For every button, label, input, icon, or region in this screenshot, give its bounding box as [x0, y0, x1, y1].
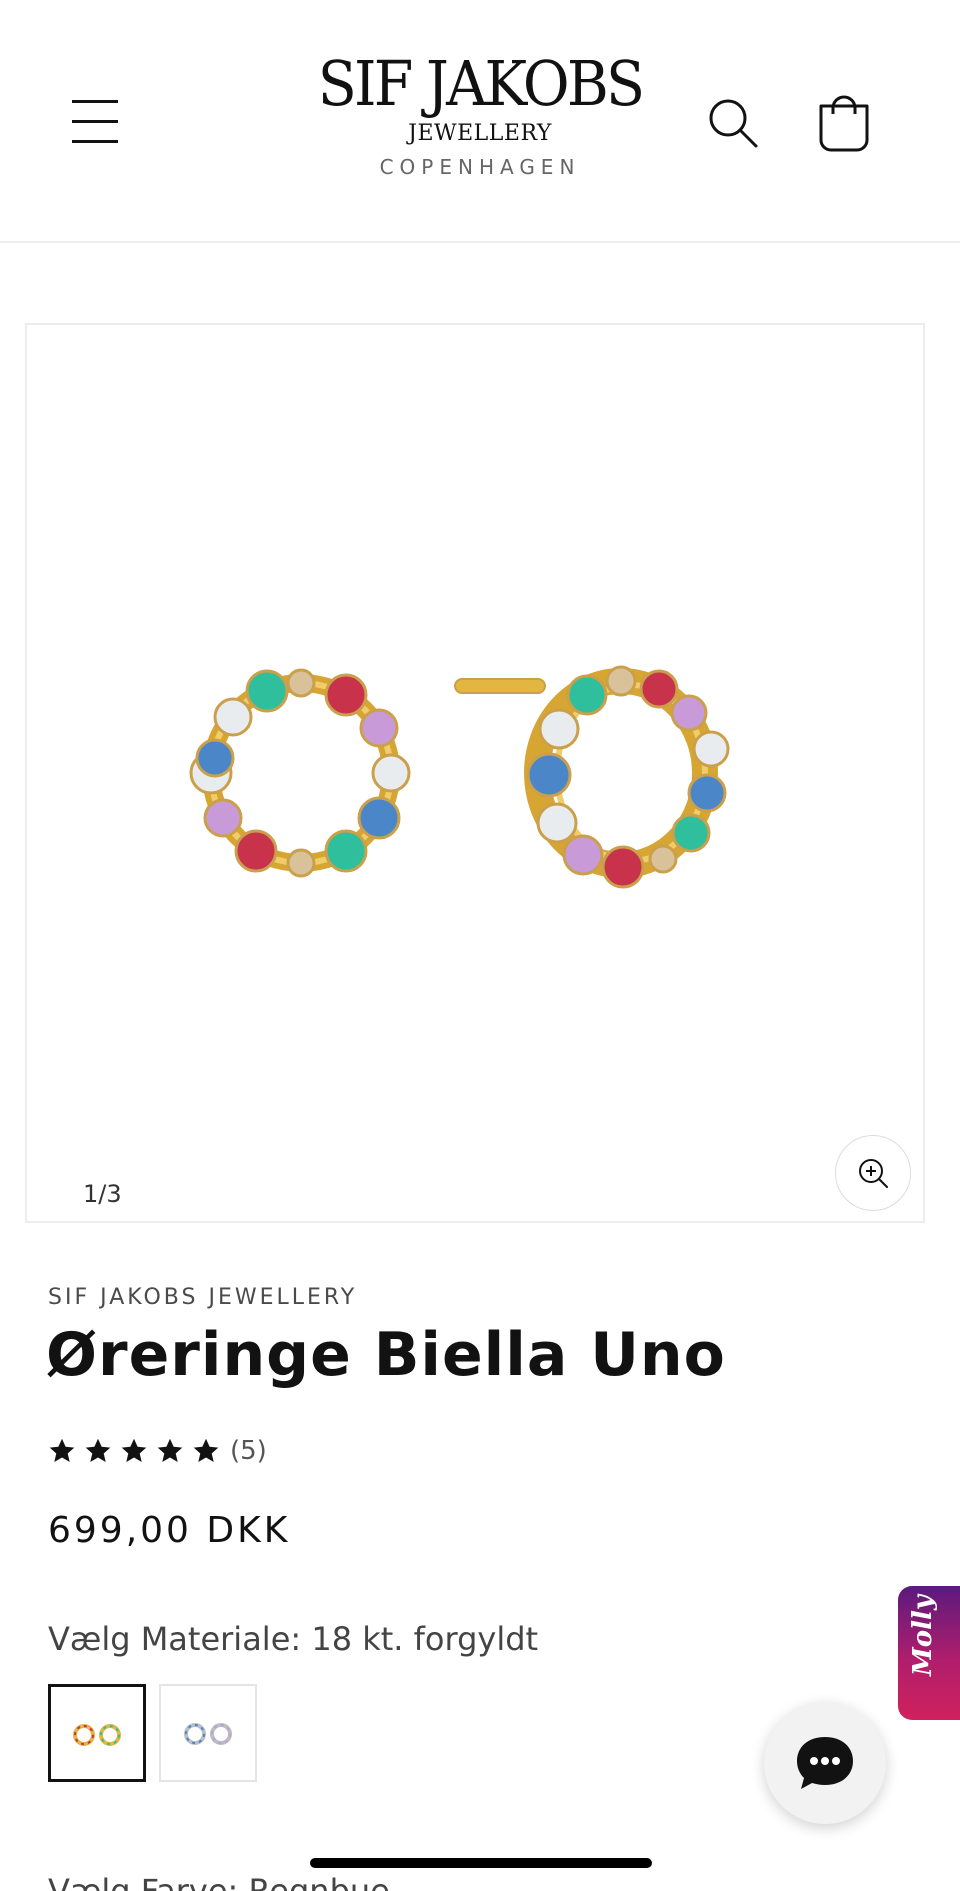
menu-line — [72, 100, 118, 103]
hamburger-menu-icon[interactable] — [64, 94, 128, 148]
earring-thumbnail — [184, 1723, 232, 1745]
star-icon — [85, 1438, 111, 1462]
star-icon — [193, 1438, 219, 1462]
chat-bubble-icon — [797, 1737, 853, 1789]
home-indicator — [310, 1858, 652, 1868]
product-image — [189, 665, 730, 889]
star-icon — [157, 1438, 183, 1462]
site-header: SIF JAKOBS JEWELLERY COPENHAGEN — [0, 0, 960, 243]
product-rating[interactable]: (5) — [48, 1436, 267, 1466]
material-swatch-gold[interactable] — [48, 1684, 146, 1782]
product-price: 699,00 DKK — [48, 1510, 291, 1551]
review-count: (5) — [230, 1436, 267, 1466]
molly-widget-tab[interactable]: Molly — [898, 1586, 960, 1720]
menu-line — [72, 140, 118, 143]
menu-line — [72, 120, 118, 123]
color-label: Vælg Farve: Regnbue — [48, 1872, 390, 1891]
star-icon — [49, 1438, 75, 1462]
star-icon — [121, 1438, 147, 1462]
material-swatch-silver[interactable] — [159, 1684, 257, 1782]
earring-thumbnail — [73, 1724, 121, 1746]
logo-city-text: COPENHAGEN — [379, 155, 581, 179]
material-label: Vælg Materiale: 18 kt. forgyldt — [48, 1620, 539, 1658]
left-earring — [189, 668, 411, 878]
shopping-bag-icon[interactable] — [816, 94, 872, 154]
right-earring — [454, 665, 730, 889]
chat-launcher-button[interactable] — [764, 1702, 886, 1824]
product-image-gallery[interactable]: 1/3 — [25, 323, 925, 1223]
brand-logo[interactable]: SIF JAKOBS JEWELLERY COPENHAGEN — [290, 48, 670, 182]
search-icon[interactable] — [706, 94, 760, 154]
molly-label: Molly — [908, 1595, 938, 1676]
product-title: Øreringe Biella Uno — [46, 1320, 726, 1390]
product-vendor: SIF JAKOBS JEWELLERY — [48, 1285, 358, 1310]
zoom-in-icon[interactable] — [835, 1135, 911, 1211]
logo-sub-text: JEWELLERY — [408, 121, 552, 146]
logo-brand-text: SIF JAKOBS — [317, 47, 645, 120]
image-counter: 1/3 — [83, 1180, 122, 1208]
